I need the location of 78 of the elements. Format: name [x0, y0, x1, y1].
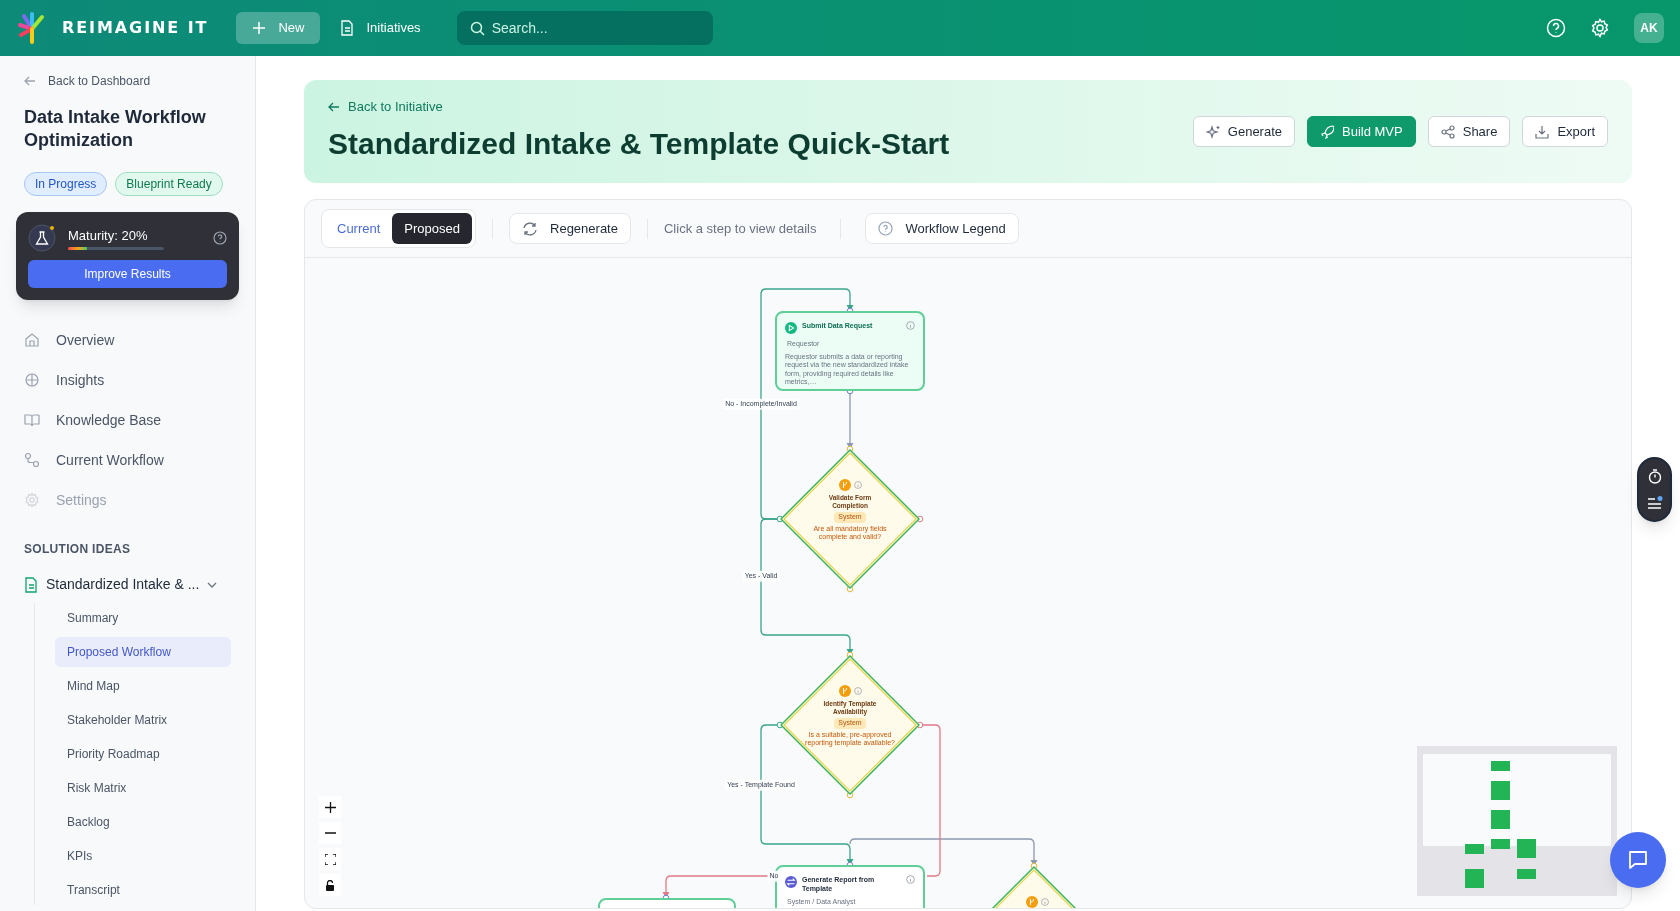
sidebar-subitem[interactable]: Transcript [55, 875, 231, 905]
info-icon[interactable] [853, 687, 862, 695]
settings-icon[interactable] [1590, 18, 1610, 38]
flask-icon [28, 224, 56, 252]
rocket-icon [1320, 124, 1334, 139]
section-heading: SOLUTION IDEAS [24, 541, 132, 558]
fit-view-icon [324, 853, 336, 865]
status-badge: In Progress [24, 172, 108, 196]
sidebar-subitem[interactable]: KPIs [55, 841, 231, 871]
nav-item[interactable]: Overview [24, 320, 231, 360]
swap-icon [785, 875, 797, 889]
page-title: Standardized Intake & Template Quick-Start [328, 125, 950, 162]
action-button[interactable]: Build MVP [1307, 116, 1416, 147]
plus-icon [252, 21, 267, 35]
branch-icon [838, 685, 851, 697]
zoom-out-button[interactable] [319, 822, 341, 844]
workflow-legend-button[interactable]: Workflow Legend [865, 213, 1019, 244]
info-icon[interactable] [853, 481, 862, 489]
minus-icon [324, 832, 336, 834]
back-link[interactable]: Back to Initiative [328, 97, 950, 117]
settings-icon [24, 492, 40, 508]
view-tab[interactable]: Proposed [392, 213, 472, 244]
chat-button[interactable] [1610, 832, 1666, 888]
sidebar-subitem[interactable]: Summary [55, 603, 231, 633]
sidebar-subitem[interactable]: Mind Map [55, 671, 231, 701]
arrow-left-icon [328, 102, 340, 112]
book-icon [24, 412, 40, 428]
sparkle-icon [1205, 124, 1220, 139]
play-icon [785, 321, 797, 335]
help-icon[interactable] [213, 231, 227, 245]
search-icon [469, 21, 485, 36]
sidebar-subitem[interactable]: Backlog [55, 807, 231, 837]
nav-item[interactable]: Current Workflow [24, 440, 231, 480]
action-button[interactable]: Share [1427, 116, 1511, 147]
refresh-icon [522, 221, 538, 236]
globe-icon [24, 372, 40, 388]
plus-icon [324, 801, 336, 813]
status-badge: Blueprint Ready [115, 172, 223, 196]
solution-item[interactable]: Standardized Intake & ... [24, 574, 218, 595]
share-icon [1440, 124, 1455, 139]
lock-icon [325, 879, 335, 891]
hint-text: Click a step to view details [663, 219, 817, 238]
sidebar-subitem[interactable]: Stakeholder Matrix [55, 705, 231, 735]
arrow-left-icon [24, 76, 36, 86]
nav-item[interactable]: Knowledge Base [24, 400, 231, 440]
minimap[interactable] [1417, 746, 1617, 896]
view-tab[interactable]: Current [325, 213, 393, 244]
home-icon [24, 332, 40, 348]
search-field[interactable]: Search... [456, 11, 713, 45]
branch-icon [838, 479, 851, 491]
regenerate-button[interactable]: Regenerate [509, 213, 631, 244]
sidebar-subitem[interactable]: Proposed Workflow [55, 637, 231, 667]
document-icon [340, 20, 355, 36]
initiatives-link[interactable]: Initiatives [340, 18, 421, 38]
maturity-label: Maturity: 20% [68, 226, 149, 245]
action-button[interactable]: Export [1522, 116, 1608, 147]
initiative-title: Data Intake Workflow Optimization [24, 106, 207, 152]
zoom-in-button[interactable] [319, 796, 341, 818]
workflow-icon [24, 452, 40, 468]
sidebar-subitem[interactable]: Risk Matrix [55, 773, 231, 803]
info-icon[interactable] [1040, 898, 1049, 906]
action-button[interactable]: Generate [1192, 116, 1295, 147]
sidebar-subitem[interactable]: Priority Roadmap [55, 739, 231, 769]
download-icon [1535, 124, 1550, 139]
chat-icon [1626, 848, 1650, 872]
list-icon[interactable] [1646, 496, 1663, 510]
stopwatch-icon[interactable] [1647, 469, 1662, 484]
back-link[interactable]: Back to Dashboard [24, 72, 231, 90]
document-icon [24, 576, 38, 593]
info-icon[interactable] [906, 875, 915, 884]
lock-button[interactable] [319, 874, 341, 896]
nav-item: Settings [24, 480, 231, 520]
fit-view-button[interactable] [319, 848, 341, 870]
info-icon[interactable] [906, 321, 915, 330]
improve-results-button[interactable]: Improve Results [28, 260, 227, 288]
nav-item[interactable]: Insights [24, 360, 231, 400]
help-icon [878, 221, 894, 236]
brand-name: REIMAGINE IT [62, 17, 209, 39]
